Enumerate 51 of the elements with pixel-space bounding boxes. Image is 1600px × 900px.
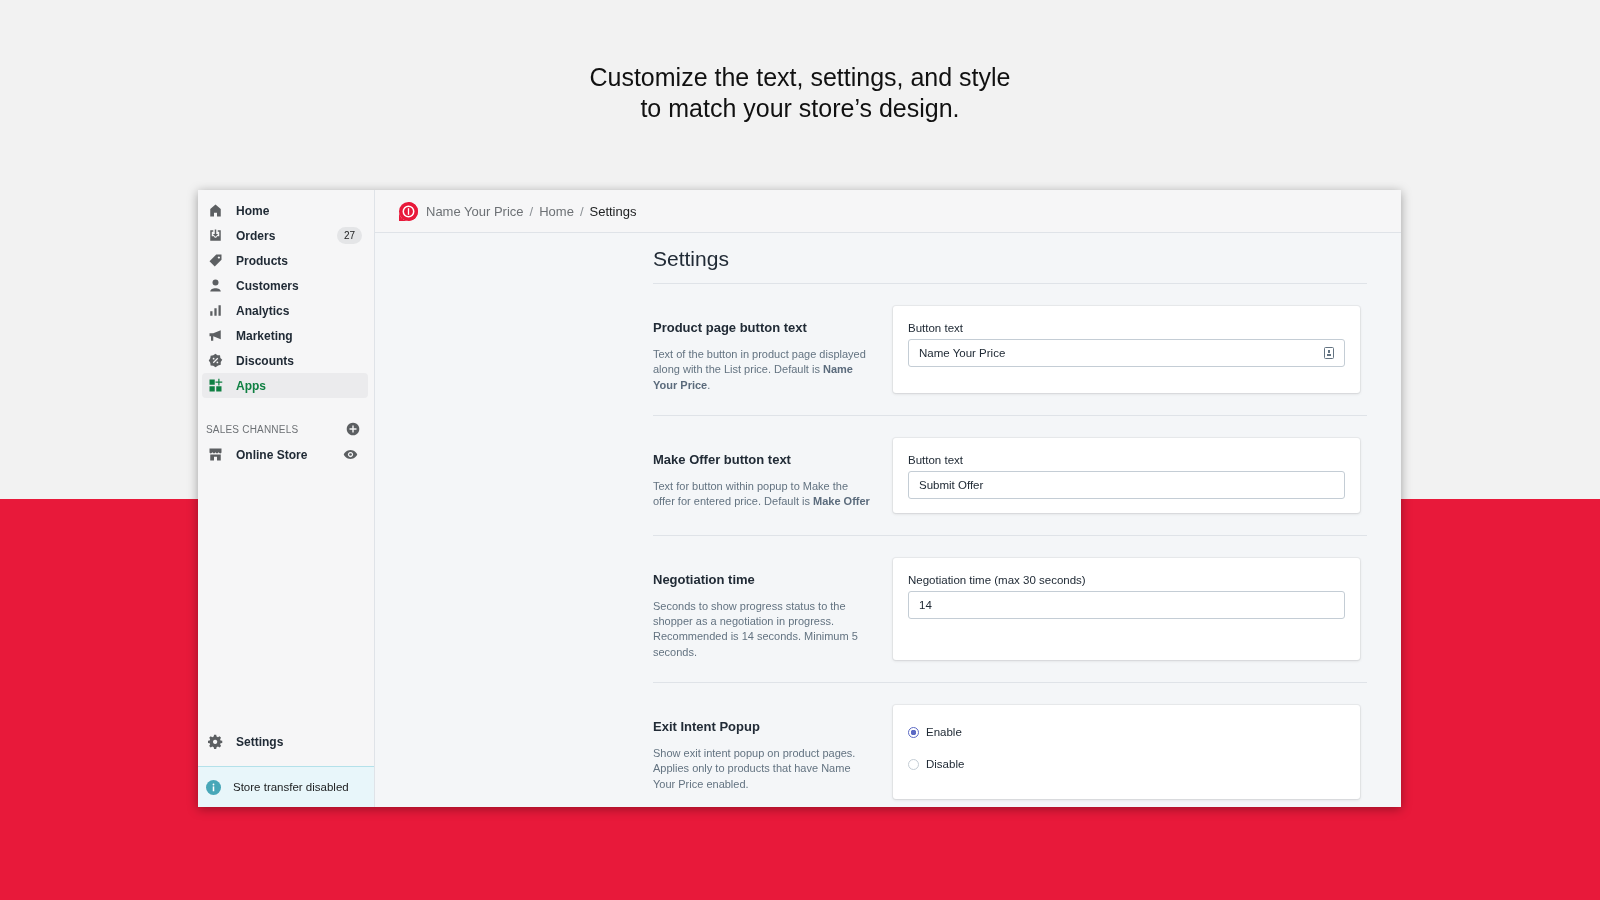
person-icon [208,278,223,293]
breadcrumb-link[interactable]: Settings [589,203,637,219]
settings-icon [208,734,223,749]
eye-icon[interactable] [343,447,358,462]
add-icon[interactable] [346,422,360,436]
section-description: Text of the button in product page displayed along with the List price. Default is Name Your Price. [653,347,867,393]
app-logo-icon [399,201,418,221]
field-label: Button text [908,453,964,466]
text-field[interactable]: Submit Offer [908,470,1345,499]
section-title: Exit Intent Popup [653,719,761,735]
section-description: Show exit intent popup on product pages. Applies only to products that have Name Your Price enabled. [653,746,857,792]
notice-text: Store transfer disabled [233,781,349,793]
section-description: Text for button within popup to Make the offer for entered price. Default is Make Offer [653,478,871,510]
page-title: Settings [653,247,1367,284]
sidebar-item[interactable]: Settings [202,729,368,754]
radio-button[interactable] [908,726,919,738]
sidebar-item[interactable]: Online Store [202,442,368,467]
discount-badge-icon [208,353,223,368]
section-title: Negotiation time [653,571,756,587]
tag-icon [208,253,223,268]
sidebar-item[interactable]: Analytics [202,298,368,323]
radio-label[interactable]: Disable [926,758,965,771]
sidebar-item[interactable]: Discounts [202,348,368,373]
tray-icon [208,228,223,243]
megaphone-icon [208,328,223,343]
breadcrumb-link[interactable]: Home [539,203,574,219]
breadcrumb-separator: / [579,203,584,219]
sidebar-item[interactable]: Products [202,248,368,273]
sidebar-item[interactable]: Customers [202,273,368,298]
section-title: Product page button text [653,320,808,335]
sidebar-item[interactable]: Home [202,198,368,223]
text-field[interactable]: Name Your Price [908,339,1345,367]
breadcrumb-link[interactable]: Name Your Price [426,203,524,219]
apps-grid-icon [208,378,223,393]
breadcrumb-separator: / [529,203,534,219]
bar-chart-icon [208,303,223,318]
sidebar-item[interactable]: Orders 27 [202,223,368,248]
text-field[interactable]: 14 [908,590,1345,619]
section-description: Seconds to show progress status to the shopper as a negotiation in progress. Recommended is 14 seconds. Minimum 5 seconds. [653,598,859,660]
field-label: Button text [908,322,964,334]
home-icon [208,203,223,218]
count-badge: 27 [336,227,362,244]
section-heading: SALES CHANNELS [206,423,299,435]
field-label: Negotiation time (max 30 seconds) [908,573,1087,586]
sidebar-item[interactable]: Apps [202,373,368,398]
headline: Customize the text, settings, and style to match your store’s design. [588,62,1012,124]
radio-label[interactable]: Enable [926,726,962,739]
section-title: Make Offer button text [653,451,792,467]
store-icon [208,447,223,462]
sidebar-item[interactable]: Marketing [202,323,368,348]
info-icon [206,779,221,795]
